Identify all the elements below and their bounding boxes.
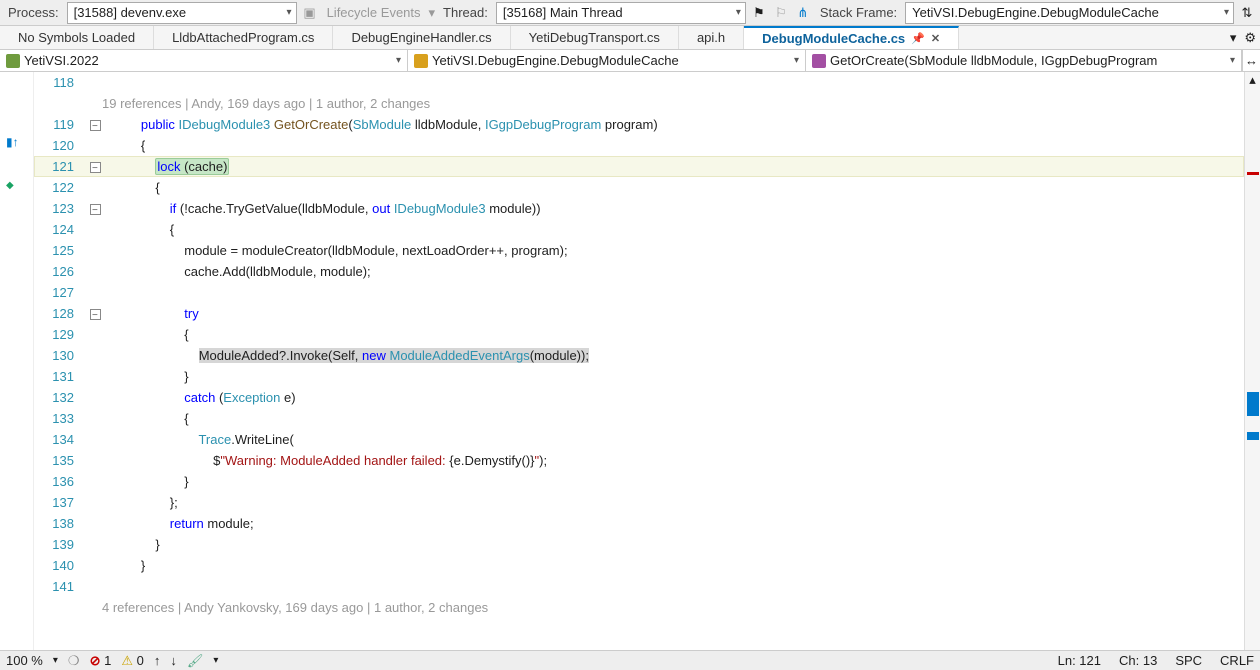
lifecycle-caret-icon: ▾ [429, 5, 436, 21]
fold-toggle[interactable] [84, 303, 108, 324]
line-number: 132 [34, 387, 84, 408]
line-number: 126 [34, 261, 84, 282]
nav-project-value: YetiVSI.2022 [24, 53, 99, 68]
code-area[interactable]: 118 19 references | Andy, 169 days ago |… [34, 72, 1244, 650]
fold-toggle[interactable] [84, 156, 108, 177]
line-number: 122 [34, 177, 84, 198]
line-number: 125 [34, 240, 84, 261]
navigation-bar: YetiVSI.2022 YetiVSI.DebugEngine.DebugMo… [0, 50, 1260, 72]
nav-member-value: GetOrCreate(SbModule lldbModule, IGgpDeb… [830, 53, 1157, 68]
line-number: 137 [34, 492, 84, 513]
flag-icon[interactable]: ⚑ [750, 4, 768, 22]
error-icon: ⊘ [90, 653, 101, 668]
line-number: 118 [34, 72, 84, 93]
codelens-info[interactable]: 4 references | Andy Yankovsky, 169 days … [102, 597, 488, 618]
line-number: 127 [34, 282, 84, 303]
editor-statusbar: 100 % ▾ ❍ ⊘ 1 ⚠ 0 ↑ ↓ 🖌 ▾ Ln: 121 Ch: 13 S… [0, 650, 1260, 670]
zoom-caret-icon[interactable]: ▾ [53, 655, 58, 666]
lifecycle-label: Lifecycle Events [323, 5, 425, 20]
tab-yetidebugtransport[interactable]: YetiDebugTransport.cs [511, 26, 679, 49]
line-number: 135 [34, 450, 84, 471]
tab-debugmodulecache[interactable]: DebugModuleCache.cs 📌 ✕ [744, 26, 959, 49]
nav-up-icon[interactable]: ↑ [154, 653, 161, 668]
csharp-project-icon [6, 54, 20, 68]
line-number: 134 [34, 429, 84, 450]
warning-icon: ⚠ [121, 653, 133, 668]
line-number: 124 [34, 219, 84, 240]
line-number: 136 [34, 471, 84, 492]
selection: ModuleAdded?.Invoke(Self, new ModuleAdde… [199, 348, 589, 363]
pin-icon[interactable]: 📌 [911, 32, 925, 45]
indent-mode[interactable]: SPC [1175, 653, 1202, 668]
glyph-margin: ▮↑ ◆ [0, 72, 34, 650]
line-number: 123 [34, 198, 84, 219]
line-number: 141 [34, 576, 84, 597]
viewport-marker[interactable] [1247, 392, 1259, 416]
scroll-up-icon[interactable]: ▴ [1245, 72, 1260, 88]
line-number: 138 [34, 513, 84, 534]
thread-label: Thread: [439, 5, 492, 20]
caret-marker [1247, 432, 1259, 440]
line-number: 140 [34, 555, 84, 576]
window-options-icon[interactable]: ⚙ [1240, 26, 1260, 49]
bookmark-icon: ◆ [6, 180, 14, 191]
fold-toggle[interactable] [84, 198, 108, 219]
error-marker[interactable] [1247, 172, 1259, 175]
overview-ruler[interactable]: ▴ [1244, 72, 1260, 650]
nav-class-dropdown[interactable]: YetiVSI.DebugEngine.DebugModuleCache [408, 50, 806, 71]
nav-member-dropdown[interactable]: GetOrCreate(SbModule lldbModule, IGgpDeb… [806, 50, 1242, 71]
line-number: 129 [34, 324, 84, 345]
process-value: [31588] devenv.exe [74, 5, 187, 20]
lineending-mode[interactable]: CRLF [1220, 653, 1254, 668]
active-files-caret-icon[interactable]: ▾ [1226, 26, 1241, 49]
process-label: Process: [4, 5, 63, 20]
cleanup-caret-icon[interactable]: ▾ [213, 655, 218, 666]
stackframe-value: YetiVSI.DebugEngine.DebugModuleCache [912, 5, 1159, 20]
stackframe-dropdown[interactable]: YetiVSI.DebugEngine.DebugModuleCache [905, 2, 1234, 24]
fold-toggle[interactable] [84, 114, 108, 135]
line-number: 131 [34, 366, 84, 387]
process-dropdown[interactable]: [31588] devenv.exe [67, 2, 297, 24]
stackframe-label: Stack Frame: [816, 5, 901, 20]
close-icon[interactable]: ✕ [931, 32, 940, 45]
line-number: 121 [34, 156, 84, 177]
tab-lldbattached[interactable]: LldbAttachedProgram.cs [154, 26, 333, 49]
thread-dropdown[interactable]: [35168] Main Thread [496, 2, 746, 24]
tab-no-symbols[interactable]: No Symbols Loaded [0, 26, 154, 49]
split-editor-icon[interactable]: ↔ [1242, 50, 1260, 71]
stackframe-nav-icon[interactable]: ⇅ [1238, 4, 1256, 22]
code-editor[interactable]: ▮↑ ◆ 118 19 references | Andy, 169 days … [0, 72, 1260, 650]
tab-debugenginehandler[interactable]: DebugEngineHandler.cs [333, 26, 510, 49]
line-number: 120 [34, 135, 84, 156]
thread-value: [35168] Main Thread [503, 5, 623, 20]
tab-api[interactable]: api.h [679, 26, 744, 49]
document-tabstrip: No Symbols Loaded LldbAttachedProgram.cs… [0, 26, 1260, 50]
debug-toolbar: Process: [31588] devenv.exe ▣ Lifecycle … [0, 0, 1260, 26]
line-number: 128 [34, 303, 84, 324]
cursor-line[interactable]: Ln: 121 [1058, 653, 1101, 668]
method-icon [812, 54, 826, 68]
line-number: 130 [34, 345, 84, 366]
show-threads-icon[interactable]: ⋔ [794, 4, 812, 22]
line-number: 119 [34, 114, 84, 135]
cursor-char[interactable]: Ch: 13 [1119, 653, 1157, 668]
current-line: 121 lock (cache) [34, 156, 1244, 177]
nav-class-value: YetiVSI.DebugEngine.DebugModuleCache [432, 53, 679, 68]
line-number: 133 [34, 408, 84, 429]
nav-down-icon[interactable]: ↓ [170, 653, 177, 668]
nav-project-dropdown[interactable]: YetiVSI.2022 [0, 50, 408, 71]
method-marker-icon: ▮↑ [6, 135, 19, 149]
lifecycle-icon: ▣ [301, 4, 319, 22]
health-icon[interactable]: ❍ [68, 653, 80, 669]
zoom-level[interactable]: 100 % [6, 653, 43, 668]
line-number: 139 [34, 534, 84, 555]
flag-outline-icon: ⚐ [772, 4, 790, 22]
codelens-info[interactable]: 19 references | Andy, 169 days ago | 1 a… [102, 93, 430, 114]
warning-count[interactable]: ⚠ 0 [121, 653, 144, 669]
class-icon [414, 54, 428, 68]
cleanup-icon[interactable]: 🖌 [187, 653, 204, 669]
error-count[interactable]: ⊘ 1 [90, 653, 112, 669]
highlighted-symbol: lock (cache) [155, 158, 229, 175]
